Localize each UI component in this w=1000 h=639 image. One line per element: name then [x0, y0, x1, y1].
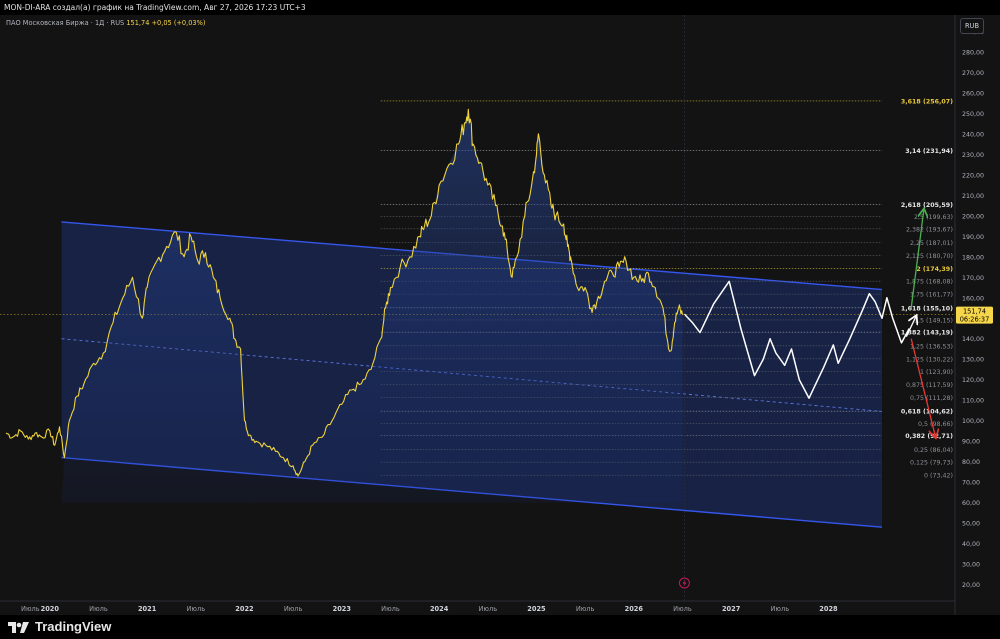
y-tick-label: 240,00 — [962, 131, 984, 138]
y-tick-label: 160,00 — [962, 295, 984, 302]
footer: TradingView — [0, 615, 1000, 639]
fib-level-label: 1,25 (136,53) — [910, 343, 953, 350]
fib-level-label: 1 (123,90) — [920, 369, 953, 376]
symbol-info: ПАО Московская Биржа · 1Д · RUS 151,74 +… — [6, 19, 205, 27]
tradingview-logo[interactable]: TradingView — [8, 619, 111, 634]
tradingview-logo-icon — [8, 621, 29, 633]
fib-level-label: 0,25 (86,04) — [914, 447, 953, 454]
symbol-name: ПАО Московская Биржа · 1Д · RUS — [6, 19, 125, 27]
y-tick-label: 130,00 — [962, 357, 984, 364]
fib-level-label: 0 (73,42) — [924, 473, 953, 480]
y-tick-label: 70,00 — [962, 480, 980, 487]
y-tick-label: 60,00 — [962, 500, 980, 507]
fib-level-label: 1,618 (155,10) — [901, 305, 953, 312]
x-tick-label: Июль — [187, 605, 206, 613]
fib-level-label: 2 (174,39) — [916, 266, 953, 273]
fib-level-label: 1,75 (161,77) — [910, 292, 953, 299]
currency-button[interactable]: RUB — [960, 18, 984, 34]
y-tick-label: 80,00 — [962, 459, 980, 466]
fib-level-label: 2,25 (187,01) — [910, 240, 953, 247]
attribution-text: MON-DI-ARA создал(а) график на TradingVi… — [4, 3, 306, 12]
y-tick-label: 190,00 — [962, 234, 984, 241]
y-tick-label: 110,00 — [962, 398, 984, 405]
y-tick-label: 250,00 — [962, 111, 984, 118]
x-tick-label: Июль — [576, 605, 595, 613]
x-tick-label: 2026 — [625, 605, 644, 613]
y-tick-label: 260,00 — [962, 90, 984, 97]
current-price-value: 151,74 — [963, 308, 986, 316]
x-tick-label: 2028 — [819, 605, 838, 613]
x-tick-label: 2020 — [41, 605, 60, 613]
x-tick-label: 2025 — [527, 605, 546, 613]
y-tick-label: 170,00 — [962, 275, 984, 282]
y-tick-label: 90,00 — [962, 439, 980, 446]
fib-level-label: 1,125 (130,22) — [906, 356, 953, 363]
bar-countdown: 06:26:37 — [960, 316, 990, 324]
y-tick-label: 30,00 — [962, 562, 980, 569]
y-tick-label: 20,00 — [962, 582, 980, 589]
y-tick-label: 50,00 — [962, 521, 980, 528]
y-tick-label: 100,00 — [962, 418, 984, 425]
x-tick-label: Июль — [479, 605, 498, 613]
x-tick-label: 2027 — [722, 605, 741, 613]
fib-level-label: 0,5 (98,66) — [918, 421, 953, 428]
brand-text: TradingView — [35, 619, 112, 634]
fib-level-label: 1,5 (149,15) — [914, 317, 953, 324]
fib-level-label: 0,618 (104,62) — [901, 409, 953, 416]
x-tick-label: 2021 — [138, 605, 157, 613]
y-tick-label: 200,00 — [962, 213, 984, 220]
x-tick-label: Июль — [381, 605, 400, 613]
y-tick-label: 270,00 — [962, 70, 984, 77]
y-tick-label: 230,00 — [962, 152, 984, 159]
y-tick-label: 180,00 — [962, 254, 984, 261]
fib-level-label: 0,875 (117,59) — [906, 382, 953, 389]
x-tick-label: Июль — [771, 605, 790, 613]
x-tick-label: Июль — [284, 605, 303, 613]
fib-level-label: 3,618 (256,07) — [901, 98, 953, 105]
x-tick-label: Июль — [673, 605, 692, 613]
y-tick-label: 40,00 — [962, 541, 980, 548]
fib-level-label: 0,125 (79,73) — [910, 460, 953, 467]
price-chart[interactable]: 3,618 (256,07) 3,14 (231,94) 2,618 (205,59… — [0, 15, 1000, 615]
y-tick-label: 280,00 — [962, 49, 984, 56]
y-tick-label: 210,00 — [962, 193, 984, 200]
fib-level-label: 2,382 (193,67) — [906, 226, 953, 233]
y-tick-label: 140,00 — [962, 336, 984, 343]
x-tick-label: Июль — [89, 605, 108, 613]
chart-area[interactable]: 3,618 (256,07) 3,14 (231,94) 2,618 (205,59… — [0, 15, 1000, 615]
fib-level-label: 2,618 (205,59) — [901, 202, 953, 209]
x-tick-label: 2022 — [235, 605, 254, 613]
x-tick-label: 2023 — [333, 605, 352, 613]
fib-level-label: 0,75 (111,28) — [910, 395, 953, 402]
last-price: 151,74 — [126, 19, 150, 27]
attribution-header: MON-DI-ARA создал(а) график на TradingVi… — [0, 0, 1000, 15]
fib-level-label: 3,14 (231,94) — [905, 148, 953, 155]
fib-level-label: 2,5 (199,63) — [914, 214, 953, 221]
fib-level-label: 2,125 (180,70) — [906, 253, 953, 260]
price-change: +0,05 (+0,03%) — [151, 19, 206, 27]
fib-level-label: 0,382 (92,71) — [905, 433, 953, 440]
fib-level-label: 1,875 (168,08) — [906, 279, 953, 286]
x-tick-label: Июль — [21, 605, 40, 613]
y-tick-label: 120,00 — [962, 377, 984, 384]
y-tick-label: 220,00 — [962, 172, 984, 179]
x-tick-label: 2024 — [430, 605, 449, 613]
